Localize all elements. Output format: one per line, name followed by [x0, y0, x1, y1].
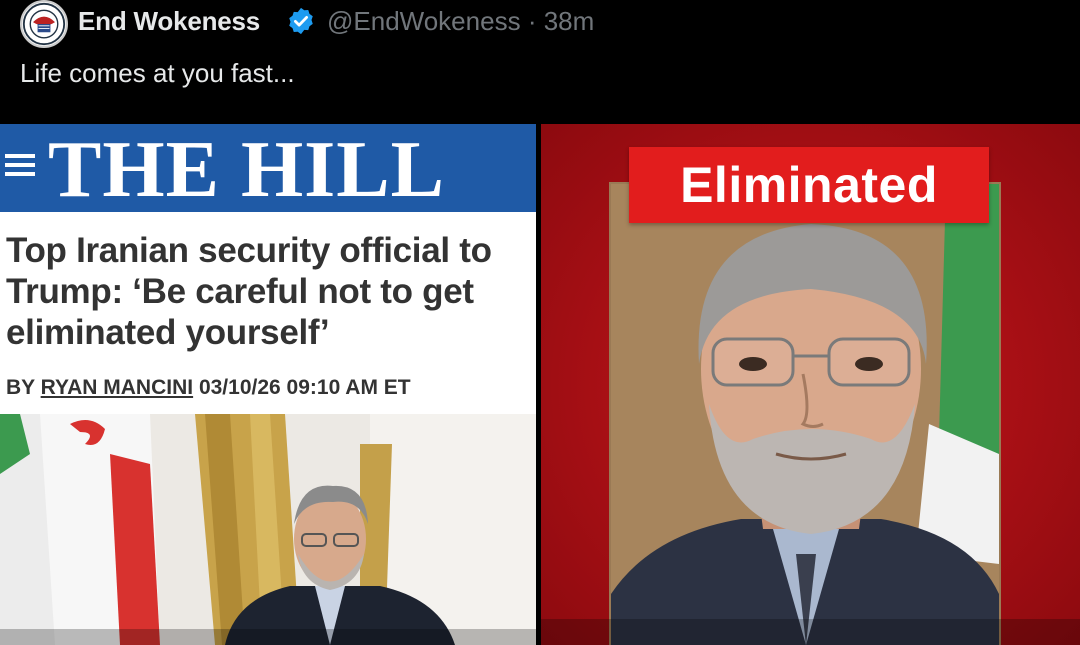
- byline-prefix: BY: [6, 376, 35, 399]
- byline-datetime: 03/10/26 09:10 AM ET: [198, 376, 411, 399]
- tweet-media[interactable]: THE HILL Top Iranian security official t…: [0, 124, 1080, 645]
- verified-badge-icon: [289, 7, 313, 35]
- article-byline: BY RYAN MANCINI 03/10/26 09:10 AM ET: [6, 376, 411, 400]
- article-photo: [0, 414, 536, 645]
- media-right-eliminated[interactable]: Eliminated: [541, 124, 1080, 645]
- tweet-text: Life comes at you fast...: [20, 58, 295, 88]
- separator: ·: [527, 6, 537, 36]
- eliminated-label: Eliminated: [629, 147, 989, 223]
- hill-header-bar: THE HILL: [0, 124, 536, 214]
- media-left-hill-article[interactable]: THE HILL Top Iranian security official t…: [0, 124, 536, 645]
- tweet-header: End Wokeness @EndWokeness · 38m Life com…: [0, 0, 1080, 124]
- avatar[interactable]: [20, 0, 68, 48]
- article-headline: Top Iranian security official to Trump: …: [6, 231, 492, 352]
- byline-author: RYAN MANCINI: [40, 376, 194, 399]
- hill-logo: THE HILL: [48, 126, 446, 214]
- hamburger-menu-icon: [5, 154, 35, 178]
- seal-avatar-icon: [22, 2, 66, 46]
- timestamp[interactable]: 38m: [544, 6, 595, 36]
- handle[interactable]: @EndWokeness: [327, 6, 521, 36]
- handle-and-time[interactable]: @EndWokeness · 38m: [327, 6, 594, 37]
- display-name[interactable]: End Wokeness: [78, 6, 260, 37]
